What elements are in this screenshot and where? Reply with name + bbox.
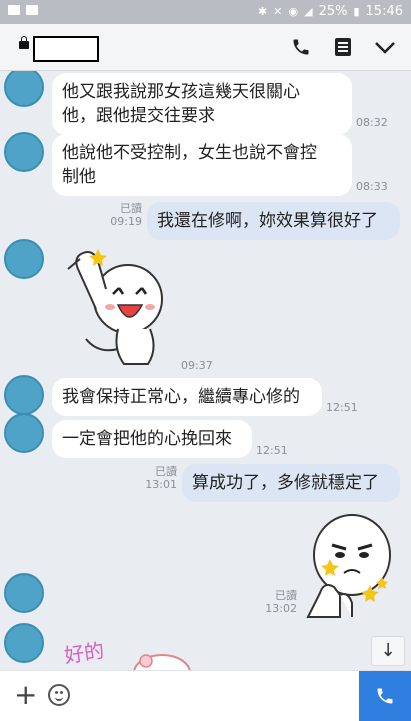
message-text: 他說他不受控制，女生也說不會控 [62,143,317,163]
avatar[interactable] [4,623,44,663]
lock-icon [19,36,29,49]
avatar[interactable] [4,375,44,415]
message-time: 12:51 [326,401,358,414]
scroll-to-bottom-button[interactable]: ↓ [371,636,405,666]
clock: 15:46 [365,4,403,19]
message-text: 他，跟他提交往要求 [62,106,215,126]
cheering-sticker[interactable] [58,239,172,367]
battery-percent: 25% [318,4,348,19]
notification-icons [8,5,38,15]
mute-icon: ✕ [273,5,283,18]
read-receipt: 已讀 13:01 [145,465,177,491]
sticker-text: 好的 [62,638,106,668]
message-text: 算成功了，多修就穩定了 [192,473,379,493]
message-bubble[interactable]: 他又跟我說那女孩這幾天很關心 他，跟他提交往要求 [52,73,352,135]
thumbs-up-sticker[interactable] [300,507,396,621]
system-indicators: ✱ ✕ ◉ ◢ 25% ▮ 15:46 [258,4,403,19]
avatar[interactable] [4,573,44,613]
message-text: 一定會把他的心挽回來 [62,429,232,449]
message-text: 制他 [62,167,96,187]
message-time: 08:33 [356,180,388,193]
avatar[interactable] [4,71,44,107]
bluetooth-icon: ✱ [258,5,268,18]
read-receipt: 已讀 09:19 [110,202,142,228]
avatar[interactable] [4,413,44,453]
message-bubble[interactable]: 算成功了，多修就穩定了 [182,464,400,502]
message-text: 他又跟我說那女孩這幾天很關心 [62,82,300,102]
message-text: 我還在修啊，妳效果算很好了 [157,211,378,231]
message-bubble[interactable]: 我還在修啊，妳效果算很好了 [147,202,400,240]
message-bubble[interactable]: 我會保持正常心，繼續專心修的 [52,378,322,416]
status-bar: ✱ ✕ ◉ ◢ 25% ▮ 15:46 [0,0,411,24]
chevron-down-icon[interactable] [374,37,395,57]
chat-header [0,24,411,71]
avatar[interactable] [4,132,44,172]
read-receipt: 已讀 13:02 [265,589,297,615]
avatar[interactable] [4,239,44,279]
message-bubble[interactable]: 他說他不受控制，女生也說不會控 制他 [52,134,352,196]
good-sticker[interactable]: 好的 [62,633,192,670]
message-text: 我會保持正常心，繼續專心修的 [62,387,300,407]
message-time: 09:37 [181,359,213,372]
message-bubble[interactable]: 一定會把他的心挽回來 [52,420,252,458]
plus-icon[interactable]: + [14,681,37,709]
input-bar: + [0,670,411,721]
signal-icon: ◢ [304,5,313,18]
phone-icon[interactable] [291,37,311,57]
emoji-icon[interactable] [48,684,70,706]
battery-icon: ▮ [353,5,360,18]
message-time: 12:51 [256,444,288,457]
mail-notification-icon [26,5,38,15]
message-time: 08:32 [356,116,388,129]
image-notification-icon [8,5,20,15]
call-button[interactable] [359,671,411,721]
arrow-down-icon: ↓ [380,640,396,661]
menu-icon[interactable] [334,37,354,57]
chat-area[interactable]: 他又跟我說那女孩這幾天很關心 他，跟他提交往要求 08:32 他說他不受控制，女… [0,71,411,670]
call-icon [377,688,393,704]
alarm-icon: ◉ [288,5,299,18]
contact-name-redacted[interactable] [33,36,99,62]
